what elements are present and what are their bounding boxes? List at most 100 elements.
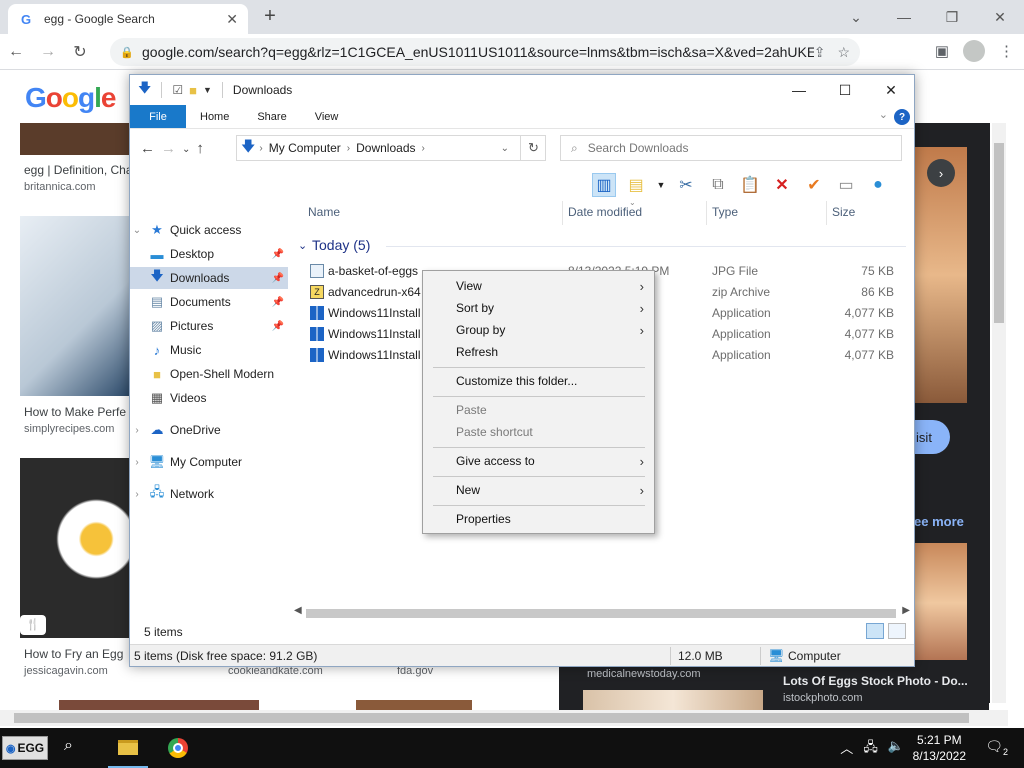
nav-pictures[interactable]: ▨ Pictures 📌 <box>130 315 288 337</box>
nav-my-computer[interactable]: › 🖥 My Computer <box>130 451 288 473</box>
horizontal-scrollbar[interactable] <box>0 710 1008 726</box>
menu-item-give-access[interactable]: Give access to › <box>423 450 654 472</box>
result-image[interactable] <box>356 700 472 710</box>
see-more-link[interactable]: ee more <box>914 514 964 529</box>
taskbar-chrome[interactable] <box>158 728 198 768</box>
properties-check-icon[interactable]: ☑ <box>172 83 183 97</box>
next-arrow-icon[interactable]: › <box>927 159 955 187</box>
result-caption[interactable]: How to Fry an Egg <box>24 647 129 661</box>
nav-desktop[interactable]: ▬ Desktop 📌 <box>130 243 288 265</box>
tab-close-icon[interactable]: ✕ <box>226 11 238 28</box>
nav-quick-access[interactable]: ⌄ ★ Quick access <box>130 219 288 241</box>
scroll-right-icon[interactable]: ▶ <box>902 605 910 616</box>
expand-ribbon-icon[interactable]: ⌄ <box>879 108 888 121</box>
file-list-horizontal-scrollbar[interactable]: ◀ ▶ <box>292 605 912 621</box>
taskbar-clock[interactable]: 5:21 PM 8/13/2022 <box>913 732 966 764</box>
scroll-left-icon[interactable]: ◀ <box>294 605 302 616</box>
menu-item-properties[interactable]: Properties <box>423 508 654 530</box>
profile-avatar-icon[interactable] <box>963 40 985 62</box>
group-collapse-icon[interactable]: ⌄ <box>298 239 307 252</box>
minimize-icon[interactable]: — <box>880 0 928 34</box>
breadcrumb-chevron-icon[interactable]: › <box>422 143 425 154</box>
breadcrumb-chevron-icon[interactable]: › <box>347 143 350 154</box>
menu-item-customize-folder[interactable]: Customize this folder... <box>423 370 654 392</box>
nav-videos[interactable]: ▦ Videos <box>130 387 288 409</box>
tab-home[interactable]: Home <box>186 105 243 128</box>
explorer-minimize-icon[interactable]: — <box>776 75 822 105</box>
collapse-chevron-icon[interactable]: ⌄ <box>130 225 144 236</box>
paste-icon[interactable]: 📋 <box>738 173 762 197</box>
breadcrumb-my-computer[interactable]: My Computer <box>269 141 341 155</box>
result-caption[interactable]: Lots Of Eggs Stock Photo - Do... <box>783 674 968 688</box>
taskbar-search-icon[interactable]: ⌕ <box>64 737 73 755</box>
volume-icon[interactable]: 🔈 <box>888 738 904 760</box>
vertical-scrollbar[interactable] <box>992 123 1006 703</box>
cut-icon[interactable]: ✂ <box>674 173 698 197</box>
forward-arrow-icon[interactable]: → <box>161 140 176 157</box>
expand-chevron-icon[interactable]: › <box>130 489 144 500</box>
network-tray-icon[interactable]: 🖧 <box>863 738 878 760</box>
menu-item-refresh[interactable]: Refresh <box>423 341 654 363</box>
tab-search-icon[interactable]: ⌄ <box>832 0 880 34</box>
column-type[interactable]: Type <box>712 205 738 219</box>
column-size[interactable]: Size <box>832 205 855 219</box>
explorer-title-bar[interactable]: 🡇 ☑ ■ ▼ Downloads — ☐ ✕ <box>130 75 914 105</box>
result-image[interactable] <box>59 700 259 710</box>
navigation-pane-icon[interactable]: ▥ <box>592 173 616 197</box>
taskbar-file-explorer[interactable] <box>108 728 148 768</box>
tab-file[interactable]: File <box>130 105 186 128</box>
nav-onedrive[interactable]: › ☁ OneDrive <box>130 419 288 441</box>
pin-icon[interactable]: 📌 <box>272 321 284 332</box>
search-downloads-input[interactable]: ⌕ Search Downloads <box>560 135 902 161</box>
globe-icon[interactable]: ● <box>866 173 890 197</box>
delete-icon[interactable]: ✕ <box>770 173 794 197</box>
url-text[interactable]: google.com/search?q=egg&rlz=1C1GCEA_enUS… <box>142 44 814 60</box>
show-hidden-icons-icon[interactable]: ︿ <box>840 738 853 760</box>
large-icons-view-icon[interactable] <box>888 623 906 639</box>
new-folder-toolbar-icon[interactable]: ▤ <box>624 173 648 197</box>
new-folder-icon[interactable]: ■ <box>189 83 197 98</box>
menu-item-new[interactable]: New › <box>423 479 654 501</box>
expand-chevron-icon[interactable]: › <box>130 425 144 436</box>
new-tab-icon[interactable]: + <box>258 5 282 28</box>
close-window-icon[interactable]: ✕ <box>976 0 1024 34</box>
column-name[interactable]: Name <box>308 205 340 219</box>
menu-item-paste-shortcut[interactable]: Paste shortcut <box>423 421 654 443</box>
google-logo[interactable]: Google <box>25 82 116 114</box>
result-image[interactable] <box>20 216 129 396</box>
scroll-thumb[interactable] <box>994 143 1004 323</box>
side-panel-icon[interactable]: ▣ <box>935 42 949 60</box>
details-view-icon[interactable] <box>866 623 884 639</box>
notification-icon[interactable]: 🗨2 <box>985 738 1008 757</box>
group-header-today[interactable]: Today (5) <box>312 237 370 253</box>
menu-item-paste[interactable]: Paste <box>423 399 654 421</box>
result-image[interactable] <box>20 458 129 638</box>
address-dropdown-icon[interactable]: ⌄ <box>501 143 509 154</box>
scroll-thumb[interactable] <box>306 609 896 618</box>
column-date-modified[interactable]: Date modified <box>568 205 642 219</box>
help-icon[interactable]: ? <box>894 109 910 125</box>
pin-icon[interactable]: 📌 <box>272 273 284 284</box>
up-arrow-icon[interactable]: ↑ <box>196 140 204 157</box>
breadcrumb-chevron-icon[interactable]: › <box>259 143 262 154</box>
forward-icon[interactable]: → <box>32 43 64 61</box>
back-icon[interactable]: ← <box>0 43 32 61</box>
share-icon[interactable]: ⇪ <box>814 44 826 61</box>
nav-openshell[interactable]: ■ Open-Shell Modern <box>130 363 288 385</box>
menu-item-group-by[interactable]: Group by › <box>423 319 654 341</box>
recent-locations-icon[interactable]: ⌄ <box>182 140 190 157</box>
lock-icon[interactable]: 🔒 <box>120 46 134 59</box>
tab-view[interactable]: View <box>301 105 353 128</box>
bookmark-star-icon[interactable]: ☆ <box>837 44 850 61</box>
browser-tab[interactable]: G egg - Google Search ✕ <box>8 4 248 34</box>
explorer-address-bar[interactable]: 🡇 › My Computer › Downloads › ⌄ <box>236 135 546 161</box>
rename-icon[interactable]: ▭ <box>834 173 858 197</box>
address-bar[interactable]: 🔒 google.com/search?q=egg&rlz=1C1GCEA_en… <box>110 38 860 66</box>
copy-icon[interactable]: ⧉ <box>706 173 730 197</box>
breadcrumb-downloads[interactable]: Downloads <box>356 141 415 155</box>
tab-share[interactable]: Share <box>243 105 300 128</box>
qat-dropdown-icon[interactable]: ▼ <box>203 85 212 95</box>
back-arrow-icon[interactable]: ← <box>140 140 155 157</box>
menu-kebab-icon[interactable]: ⋮ <box>999 42 1014 60</box>
expand-chevron-icon[interactable]: › <box>130 457 144 468</box>
